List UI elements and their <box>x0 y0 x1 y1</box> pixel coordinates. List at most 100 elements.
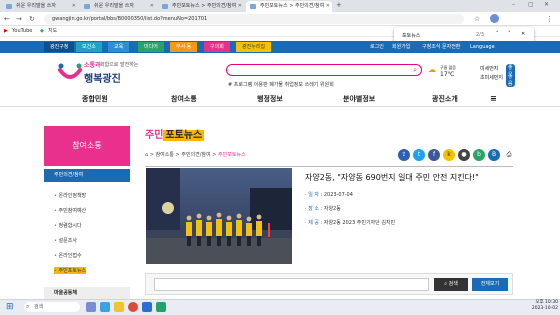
task-view-icon[interactable] <box>86 302 96 312</box>
meta-date: · 일 자 : 2023-07-04 <box>305 192 353 198</box>
share-icon[interactable]: ⇪ <box>398 149 410 161</box>
profile-avatar[interactable] <box>490 14 499 23</box>
topnav-media[interactable]: 미디어 <box>138 42 164 52</box>
topnav-gwangjin[interactable]: 광진구청 <box>44 42 75 52</box>
taskbar-search-label: 검색 <box>34 304 44 310</box>
search-icon: ⌕ <box>26 303 30 310</box>
tab-label: 쉬운 우리말을 쓰자 <box>94 3 134 9</box>
site-top-nav: 광진구청 보건소 교육 미디어 부서·동 구의회 광진누리집 로그인 회원가입 … <box>0 41 560 53</box>
twitter-icon[interactable]: t <box>413 149 425 161</box>
sidebar-item[interactable]: 주민참여예산 <box>54 207 87 214</box>
bookmark-youtube[interactable]: YouTube <box>12 26 32 37</box>
taskbar-clock[interactable]: 오후 10:30 2023-10-02 <box>520 300 558 312</box>
language-select[interactable]: Language <box>470 42 495 52</box>
close-icon[interactable]: ✕ <box>238 1 242 12</box>
topnav-dept[interactable]: 부서·동 <box>170 42 198 52</box>
tag-link[interactable]: 쓰레기 <box>305 82 319 88</box>
tag-link[interactable]: 이용판 <box>254 82 268 88</box>
file-explorer-icon[interactable] <box>114 302 124 312</box>
word-icon[interactable] <box>142 302 152 312</box>
forward-icon[interactable]: → <box>16 14 22 24</box>
topnav-nuri[interactable]: 광진누리집 <box>236 42 272 52</box>
find-input[interactable]: 포토뉴스 <box>402 32 420 39</box>
windows-start-icon[interactable]: ⊞ <box>6 302 14 312</box>
close-icon[interactable]: ✕ <box>150 1 154 12</box>
photo-image <box>146 168 292 264</box>
bookmark-star-icon[interactable]: ☆ <box>474 14 480 24</box>
tab-favicon-icon <box>6 4 12 9</box>
sidebar-item-active[interactable]: 주민포토뉴스 <box>54 267 87 274</box>
tab-label: 쉬운 우리말을 쓰자 <box>16 3 56 9</box>
breadcrumb-item[interactable]: 참여소통 <box>156 152 174 158</box>
menu-intro[interactable]: 광진소개 <box>432 94 458 104</box>
article-photo[interactable] <box>146 168 292 264</box>
login-link[interactable]: 로그인 <box>370 42 384 52</box>
app-icon[interactable] <box>156 302 166 312</box>
reload-icon[interactable]: ↻ <box>29 14 35 24</box>
window-close-icon[interactable]: ✕ <box>544 0 549 10</box>
bookmark-map[interactable]: 지도 <box>48 26 57 37</box>
browser-tab[interactable]: 쉬운 우리말을 쓰자 ✕ <box>2 1 78 12</box>
tag-link[interactable]: 위원회 <box>320 82 334 88</box>
tab-label: 주민포토뉴스 > 주민의견/참여 <box>172 3 237 9</box>
topnav-council[interactable]: 구의회 <box>204 42 230 52</box>
browser-tab[interactable]: 쉬운 우리말을 쓰자 ✕ <box>80 1 156 12</box>
sidebar-item[interactable]: 청렴합시다 <box>54 222 82 229</box>
close-icon[interactable]: ✕ <box>521 31 525 37</box>
chevron-down-icon[interactable]: ˅ <box>508 31 511 37</box>
menu-participation[interactable]: 참여소통 <box>171 94 197 104</box>
sidebar-footer[interactable]: 마을공동체 <box>44 287 130 299</box>
sidebar-section[interactable]: 주민의견/참여 <box>44 169 130 182</box>
search-button-label: 검색 <box>448 281 458 287</box>
chrome-icon[interactable] <box>128 302 138 312</box>
close-icon[interactable]: ✕ <box>326 1 330 12</box>
menu-kebab-icon[interactable]: ⋮ <box>546 14 553 24</box>
topnav-education[interactable]: 교육 <box>108 42 130 52</box>
search-tags: # 프로그램 이용판 폐가물 취업정보 쓰레기 위원회 <box>228 81 334 88</box>
maximize-icon[interactable]: ▢ <box>528 0 534 10</box>
hamburger-icon[interactable]: ≡ <box>490 94 497 103</box>
board-search-input[interactable] <box>154 278 429 291</box>
tag-link[interactable]: # 프로그램 <box>228 82 252 88</box>
menu-fields[interactable]: 분야별정보 <box>343 94 375 104</box>
logo-line: 소통과 <box>84 62 101 69</box>
print-icon[interactable]: ⎙ <box>503 149 515 161</box>
site-search-input[interactable]: ⌕ <box>226 64 422 76</box>
menu-civil[interactable]: 종합민원 <box>82 94 108 104</box>
band-icon[interactable]: b <box>473 149 485 161</box>
sidebar-item[interactable]: 설문조사 <box>54 237 77 244</box>
browser-tab[interactable]: 주민포토뉴스 > 주민의견/참여 ✕ <box>158 1 244 12</box>
back-icon[interactable]: ← <box>4 14 10 24</box>
chevron-up-icon[interactable]: ˄ <box>496 31 499 37</box>
facebook-icon[interactable]: f <box>428 149 440 161</box>
browser-tab-strip: 쉬운 우리말을 쓰자 ✕ 쉬운 우리말을 쓰자 ✕ 주민포토뉴스 > 주민의견/참여… <box>0 0 560 12</box>
sidebar-item[interactable]: 온라인정책방 <box>54 192 87 199</box>
minimize-icon[interactable]: – <box>512 0 515 10</box>
search-button[interactable]: ⌕ 검색 <box>434 278 468 291</box>
signup-link[interactable]: 회원가입 <box>392 42 410 52</box>
sidebar-item[interactable]: 온라인접수 <box>54 252 82 259</box>
new-tab-icon[interactable]: + <box>336 0 342 10</box>
breadcrumb-item[interactable]: 주민의견/참여 <box>181 152 210 158</box>
logo-slogan: 화합으로 발전하는 <box>100 62 139 68</box>
menu-admin[interactable]: 행정정보 <box>257 94 283 104</box>
taskbar-search[interactable]: ⌕ 검색 <box>24 302 80 312</box>
view-all-button[interactable]: 전체보기 <box>472 278 508 291</box>
tag-link[interactable]: 취업정보 <box>285 82 303 88</box>
kakaotalk-icon[interactable]: ● <box>458 149 470 161</box>
page-title: 주민 포토뉴스 <box>145 126 205 141</box>
url-field[interactable]: gwangjin.go.kr/portal/bbs/B0000350/list.… <box>44 14 464 24</box>
edge-icon[interactable] <box>100 302 110 312</box>
font-size-link[interactable]: 구청조식 문자전환 <box>422 42 460 52</box>
home-icon[interactable]: ⌂ <box>145 152 148 158</box>
find-count: 2/3 <box>476 32 485 38</box>
topnav-health[interactable]: 보건소 <box>76 42 102 52</box>
site-logo[interactable]: 소통과 화합으로 발전하는 행복광진 <box>56 58 176 92</box>
tag-link[interactable]: 폐가물 <box>269 82 283 88</box>
search-icon[interactable]: ⌕ <box>413 66 417 75</box>
tab-favicon-icon <box>84 4 90 9</box>
blog-icon[interactable]: B <box>488 149 500 161</box>
kakaostory-icon[interactable]: k <box>443 149 455 161</box>
browser-tab-active[interactable]: 주민포토뉴스 > 주민의견/참여 ✕ <box>246 1 332 12</box>
close-icon[interactable]: ✕ <box>72 1 76 12</box>
